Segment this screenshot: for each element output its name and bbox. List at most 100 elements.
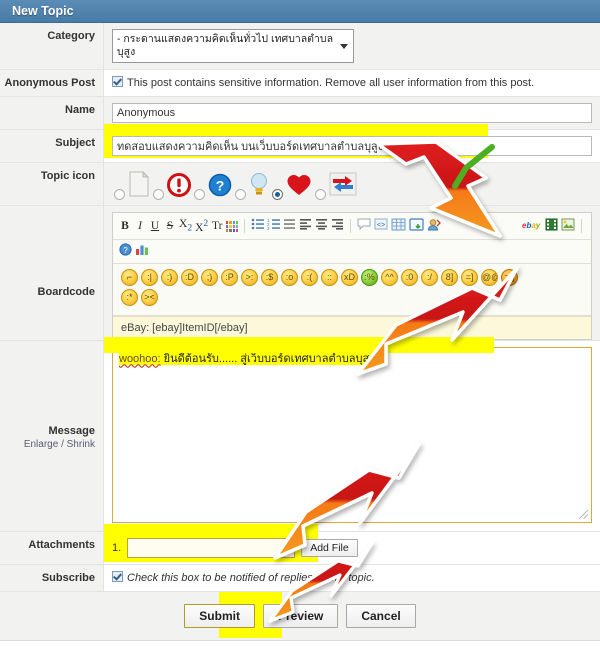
emoticon-kiss[interactable]: :*: [121, 289, 138, 307]
emoticon-embarrassed[interactable]: ^^: [381, 269, 398, 287]
blank-page-icon[interactable]: [128, 170, 150, 200]
poll-chart-icon[interactable]: [135, 243, 150, 260]
radio-exchange-arrows[interactable]: [315, 189, 326, 200]
radio-exclamation[interactable]: [153, 189, 164, 200]
subscribe-field: Check this box to be notified of replies…: [104, 565, 600, 591]
help-icon[interactable]: ?: [119, 243, 132, 260]
emoticon-evil[interactable]: >:]: [501, 269, 518, 287]
row-topic-icon: Topic icon ?: [0, 163, 600, 206]
subject-input[interactable]: [112, 136, 592, 156]
category-field: - กระดานแสดงความคิดเห็นทั่วไป เทศบาลตำบล…: [104, 23, 600, 69]
emoticon-undecided[interactable]: :/: [421, 269, 438, 287]
emoticon-dizzy[interactable]: @@: [481, 269, 498, 287]
message-links-separator: /: [61, 439, 64, 451]
message-textarea[interactable]: woohoo: ยินดีต้อนรับ...... สู่เว็บบอร์ดเ…: [112, 347, 592, 524]
form-actions: Submit Preview Cancel: [0, 592, 600, 641]
align-center-icon[interactable]: [315, 218, 328, 234]
emoticon-confused[interactable]: :|: [141, 269, 158, 287]
emoticon-surprised[interactable]: :0: [401, 269, 418, 287]
underline-icon[interactable]: U: [149, 219, 161, 233]
message-field: woohoo: ยินดีต้อนรับ...... สู่เว็บบอร์ดเ…: [104, 341, 600, 531]
emoticon-laugh[interactable]: xD: [341, 269, 358, 287]
emoticon-crossed[interactable]: ><: [141, 289, 158, 307]
emoticon-row-2: :* ><: [121, 289, 585, 307]
insert-user-icon[interactable]: [427, 218, 442, 235]
exchange-arrows-icon[interactable]: [329, 171, 357, 200]
align-right-icon[interactable]: [331, 218, 344, 234]
message-prefix: woohoo:: [119, 353, 161, 366]
subscript-icon[interactable]: X2: [179, 217, 192, 235]
category-select[interactable]: - กระดานแสดงความคิดเห็นทั่วไป เทศบาลตำบล…: [112, 29, 354, 63]
emoticon-cheesy[interactable]: =]: [461, 269, 478, 287]
preview-button[interactable]: Preview: [262, 604, 339, 629]
message-body: ยินดีต้อนรับ...... สู่เว็บบอร์ดเทศบาลตำบ…: [160, 353, 375, 366]
name-input[interactable]: [112, 103, 592, 123]
add-file-button[interactable]: Add File: [301, 539, 358, 558]
exclamation-icon[interactable]: [167, 173, 191, 200]
quote-icon[interactable]: [357, 218, 371, 234]
emoticon-row-1: ⌐ :| :) :D ;) :P >: :$ :o :( :: xD :% ^^: [121, 269, 585, 287]
emoticon-cool[interactable]: ⌐: [121, 269, 138, 287]
attachments-field: 1. Add File: [104, 532, 600, 564]
enlarge-link[interactable]: Enlarge: [24, 439, 58, 450]
unordered-list-icon[interactable]: [251, 218, 265, 234]
svg-text:ebay: ebay: [522, 221, 541, 230]
radio-blank-page[interactable]: [114, 189, 125, 200]
name-label: Name: [0, 97, 104, 129]
emoticon-sick[interactable]: :%: [361, 269, 378, 287]
bold-icon[interactable]: B: [119, 219, 131, 233]
page-title: New Topic: [12, 4, 74, 18]
heart-icon[interactable]: [286, 173, 312, 200]
shrink-link[interactable]: Shrink: [67, 439, 95, 450]
question-icon[interactable]: ?: [208, 173, 232, 200]
strikethrough-icon[interactable]: S: [164, 219, 176, 233]
lightbulb-icon[interactable]: [249, 171, 269, 200]
chevron-down-icon[interactable]: [340, 44, 348, 49]
film-icon[interactable]: [545, 218, 558, 235]
subject-label: Subject: [0, 130, 104, 162]
align-left-icon[interactable]: [299, 218, 312, 234]
submit-button[interactable]: Submit: [184, 604, 255, 629]
emoticon-shocked[interactable]: :o: [281, 269, 298, 287]
superscript-icon[interactable]: X2: [195, 217, 208, 235]
font-face-icon[interactable]: Tr: [211, 219, 223, 233]
message-label-text: Message: [48, 425, 95, 438]
emoticon-angry[interactable]: >:: [241, 269, 258, 287]
radio-question[interactable]: [194, 189, 205, 200]
radio-heart[interactable]: [272, 189, 283, 200]
picture-icon[interactable]: [561, 218, 575, 235]
emoticon-grin[interactable]: :D: [181, 269, 198, 287]
emoticon-sad[interactable]: :(: [301, 269, 318, 287]
anonymous-post-checkbox[interactable]: [112, 76, 123, 87]
footer-strip: [0, 640, 600, 659]
boardcode-toolbar-row-1: B I U S X2 X2 Tr 123 <> ebay: [113, 213, 591, 241]
code-icon[interactable]: <>: [374, 218, 388, 234]
row-category: Category - กระดานแสดงความคิดเห็นทั่วไป เ…: [0, 23, 600, 70]
emoticon-nerd[interactable]: 8]: [441, 269, 458, 287]
topic-icon-label: Topic icon: [0, 163, 104, 205]
new-topic-form-window: New Topic Category - กระดานแสดงความคิดเห…: [0, 0, 600, 659]
radio-lightbulb[interactable]: [235, 189, 246, 200]
indent-icon[interactable]: [283, 218, 296, 234]
emoticon-tongue[interactable]: :P: [221, 269, 238, 287]
emoticon-wink[interactable]: ;): [201, 269, 218, 287]
cancel-button[interactable]: Cancel: [346, 604, 416, 629]
table-icon[interactable]: [391, 218, 406, 235]
textarea-resize-handle[interactable]: [579, 510, 588, 520]
emoticon-smile[interactable]: :): [161, 269, 178, 287]
row-message: Message Enlarge / Shrink woohoo: ยินดีต้…: [0, 337, 600, 533]
font-color-icon[interactable]: [226, 220, 239, 232]
insert-image-icon[interactable]: [409, 218, 424, 235]
ebay-icon[interactable]: ebay: [522, 219, 542, 234]
ordered-list-icon[interactable]: 123: [267, 218, 281, 234]
emoticon-palette: ⌐ :| :) :D ;) :P >: :$ :o :( :: xD :% ^^: [113, 264, 591, 317]
anonymous-post-label: Anonymous Post: [0, 70, 104, 96]
italic-icon[interactable]: I: [134, 219, 146, 233]
row-attachments: Attachments 1. Add File: [0, 524, 600, 566]
row-boardcode: Boardcode B I U S X2 X2 Tr 1 2 3 <> ebay…: [0, 206, 600, 342]
emoticon-rolleyes[interactable]: ::: [321, 269, 338, 287]
subscribe-checkbox[interactable]: [112, 571, 123, 583]
boardcode-editor: B I U S X2 X2 Tr 123 <> ebay ? ⌐:|:):…: [112, 212, 592, 341]
emoticon-blush[interactable]: :$: [261, 269, 278, 287]
attachment-input[interactable]: [127, 538, 296, 559]
